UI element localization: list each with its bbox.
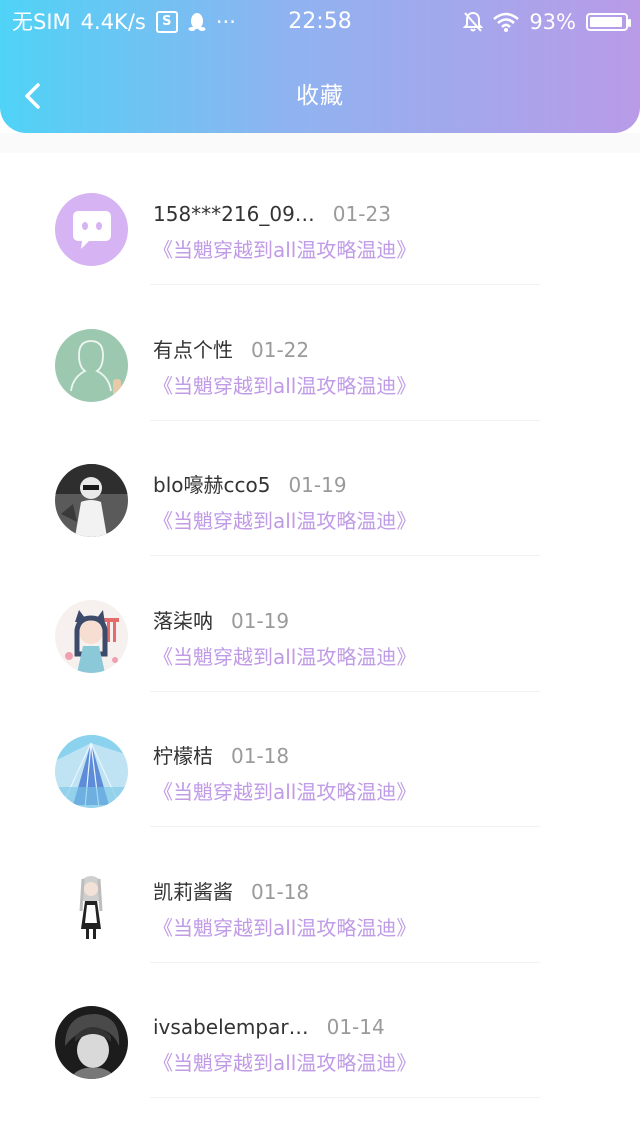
favorite-date: 01-19 bbox=[231, 608, 290, 633]
battery-icon bbox=[586, 13, 631, 31]
item-header: 凯莉酱酱 01-18 bbox=[153, 879, 309, 905]
book-title-link[interactable]: 《当魈穿越到all温攻略温迪》 bbox=[153, 644, 416, 670]
avatar[interactable] bbox=[55, 599, 128, 673]
header-separator bbox=[0, 133, 640, 153]
dark-portrait-avatar-icon bbox=[55, 1006, 128, 1079]
divider bbox=[150, 961, 540, 963]
avatar[interactable] bbox=[55, 1006, 128, 1079]
divider bbox=[150, 826, 540, 827]
book-title-link[interactable]: 《当魈穿越到all温攻略温迪》 bbox=[153, 373, 416, 399]
nav-bar: 收藏 bbox=[0, 56, 640, 136]
header: 无SIM 4.4K/s S ··· 22:58 93% 收藏 bbox=[0, 0, 640, 133]
photo-avatar-icon bbox=[55, 464, 128, 537]
chevron-left-icon bbox=[25, 83, 40, 109]
favorite-date: 01-14 bbox=[326, 1015, 385, 1039]
book-title-link[interactable]: 《当魈穿越到all温攻略温迪》 bbox=[153, 237, 416, 263]
user-name[interactable]: 柠檬桔 bbox=[153, 743, 213, 769]
list-item[interactable]: 凯莉酱酱 01-18 《当魈穿越到all温攻略温迪》 bbox=[0, 841, 640, 977]
list-item[interactable]: blo嚎赫cco5 01-19 《当魈穿越到all温攻略温迪》 bbox=[0, 434, 640, 570]
chat-bubble-avatar-icon bbox=[55, 193, 128, 266]
book-title-link[interactable]: 《当魈穿越到all温攻略温迪》 bbox=[153, 915, 416, 941]
status-right: 93% bbox=[463, 10, 631, 34]
divider bbox=[150, 555, 540, 556]
book-title-link[interactable]: 《当魈穿越到all温攻略温迪》 bbox=[153, 1050, 416, 1076]
chalk-figure-avatar-icon bbox=[55, 328, 128, 402]
favorite-date: 01-22 bbox=[251, 337, 310, 362]
book-title-link[interactable]: 《当魈穿越到all温攻略温迪》 bbox=[153, 779, 416, 805]
user-name[interactable]: 落柒呐 bbox=[153, 608, 213, 634]
list-item[interactable]: 有点个性 01-22 《当魈穿越到all温攻略温迪》 bbox=[0, 299, 640, 435]
favorite-date: 01-19 bbox=[288, 473, 347, 497]
blue-abstract-avatar-icon bbox=[55, 735, 128, 808]
favorite-date: 01-18 bbox=[251, 879, 310, 904]
user-name[interactable]: 158***216_09… bbox=[153, 201, 315, 227]
divider bbox=[150, 419, 540, 421]
user-name[interactable]: ivsabelempar… bbox=[153, 1014, 309, 1040]
battery-level bbox=[590, 17, 622, 27]
mute-bell-icon bbox=[463, 11, 484, 32]
list-item[interactable]: ivsabelempar… 01-14 《当魈穿越到all温攻略温迪》 bbox=[0, 976, 640, 1112]
page-title: 收藏 bbox=[296, 83, 344, 109]
item-header: 有点个性 01-22 bbox=[153, 337, 309, 363]
item-header: 柠檬桔 01-18 bbox=[153, 743, 289, 769]
maid-figure-avatar-icon bbox=[55, 870, 128, 944]
status-bar: 无SIM 4.4K/s S ··· 22:58 93% bbox=[0, 0, 640, 44]
item-header: blo嚎赫cco5 01-19 bbox=[153, 472, 347, 498]
back-button[interactable] bbox=[14, 76, 54, 116]
item-header: ivsabelempar… 01-14 bbox=[153, 1014, 385, 1040]
divider bbox=[150, 690, 540, 692]
avatar[interactable] bbox=[55, 735, 128, 808]
avatar[interactable] bbox=[55, 193, 128, 266]
item-header: 落柒呐 01-19 bbox=[153, 608, 289, 634]
divider bbox=[150, 284, 540, 285]
user-name[interactable]: blo嚎赫cco5 bbox=[153, 472, 270, 498]
favorite-date: 01-18 bbox=[231, 744, 290, 768]
favorites-list: 158***216_09… 01-23 《当魈穿越到all温攻略温迪》 有点个性 0… bbox=[0, 163, 640, 1112]
book-title-link[interactable]: 《当魈穿越到all温攻略温迪》 bbox=[153, 508, 416, 534]
list-item[interactable]: 落柒呐 01-19 《当魈穿越到all温攻略温迪》 bbox=[0, 570, 640, 706]
user-name[interactable]: 有点个性 bbox=[153, 337, 233, 363]
battery-percent: 93% bbox=[529, 10, 576, 34]
list-item[interactable]: 柠檬桔 01-18 《当魈穿越到all温攻略温迪》 bbox=[0, 705, 640, 841]
divider bbox=[150, 1097, 540, 1098]
avatar[interactable] bbox=[55, 464, 128, 537]
anime-girl-avatar-icon bbox=[55, 599, 128, 673]
user-name[interactable]: 凯莉酱酱 bbox=[153, 879, 233, 905]
favorite-date: 01-23 bbox=[332, 202, 391, 226]
item-header: 158***216_09… 01-23 bbox=[153, 201, 391, 227]
avatar[interactable] bbox=[55, 328, 128, 402]
avatar[interactable] bbox=[55, 870, 128, 944]
wifi-icon bbox=[493, 12, 520, 32]
list-item[interactable]: 158***216_09… 01-23 《当魈穿越到all温攻略温迪》 bbox=[0, 163, 640, 299]
